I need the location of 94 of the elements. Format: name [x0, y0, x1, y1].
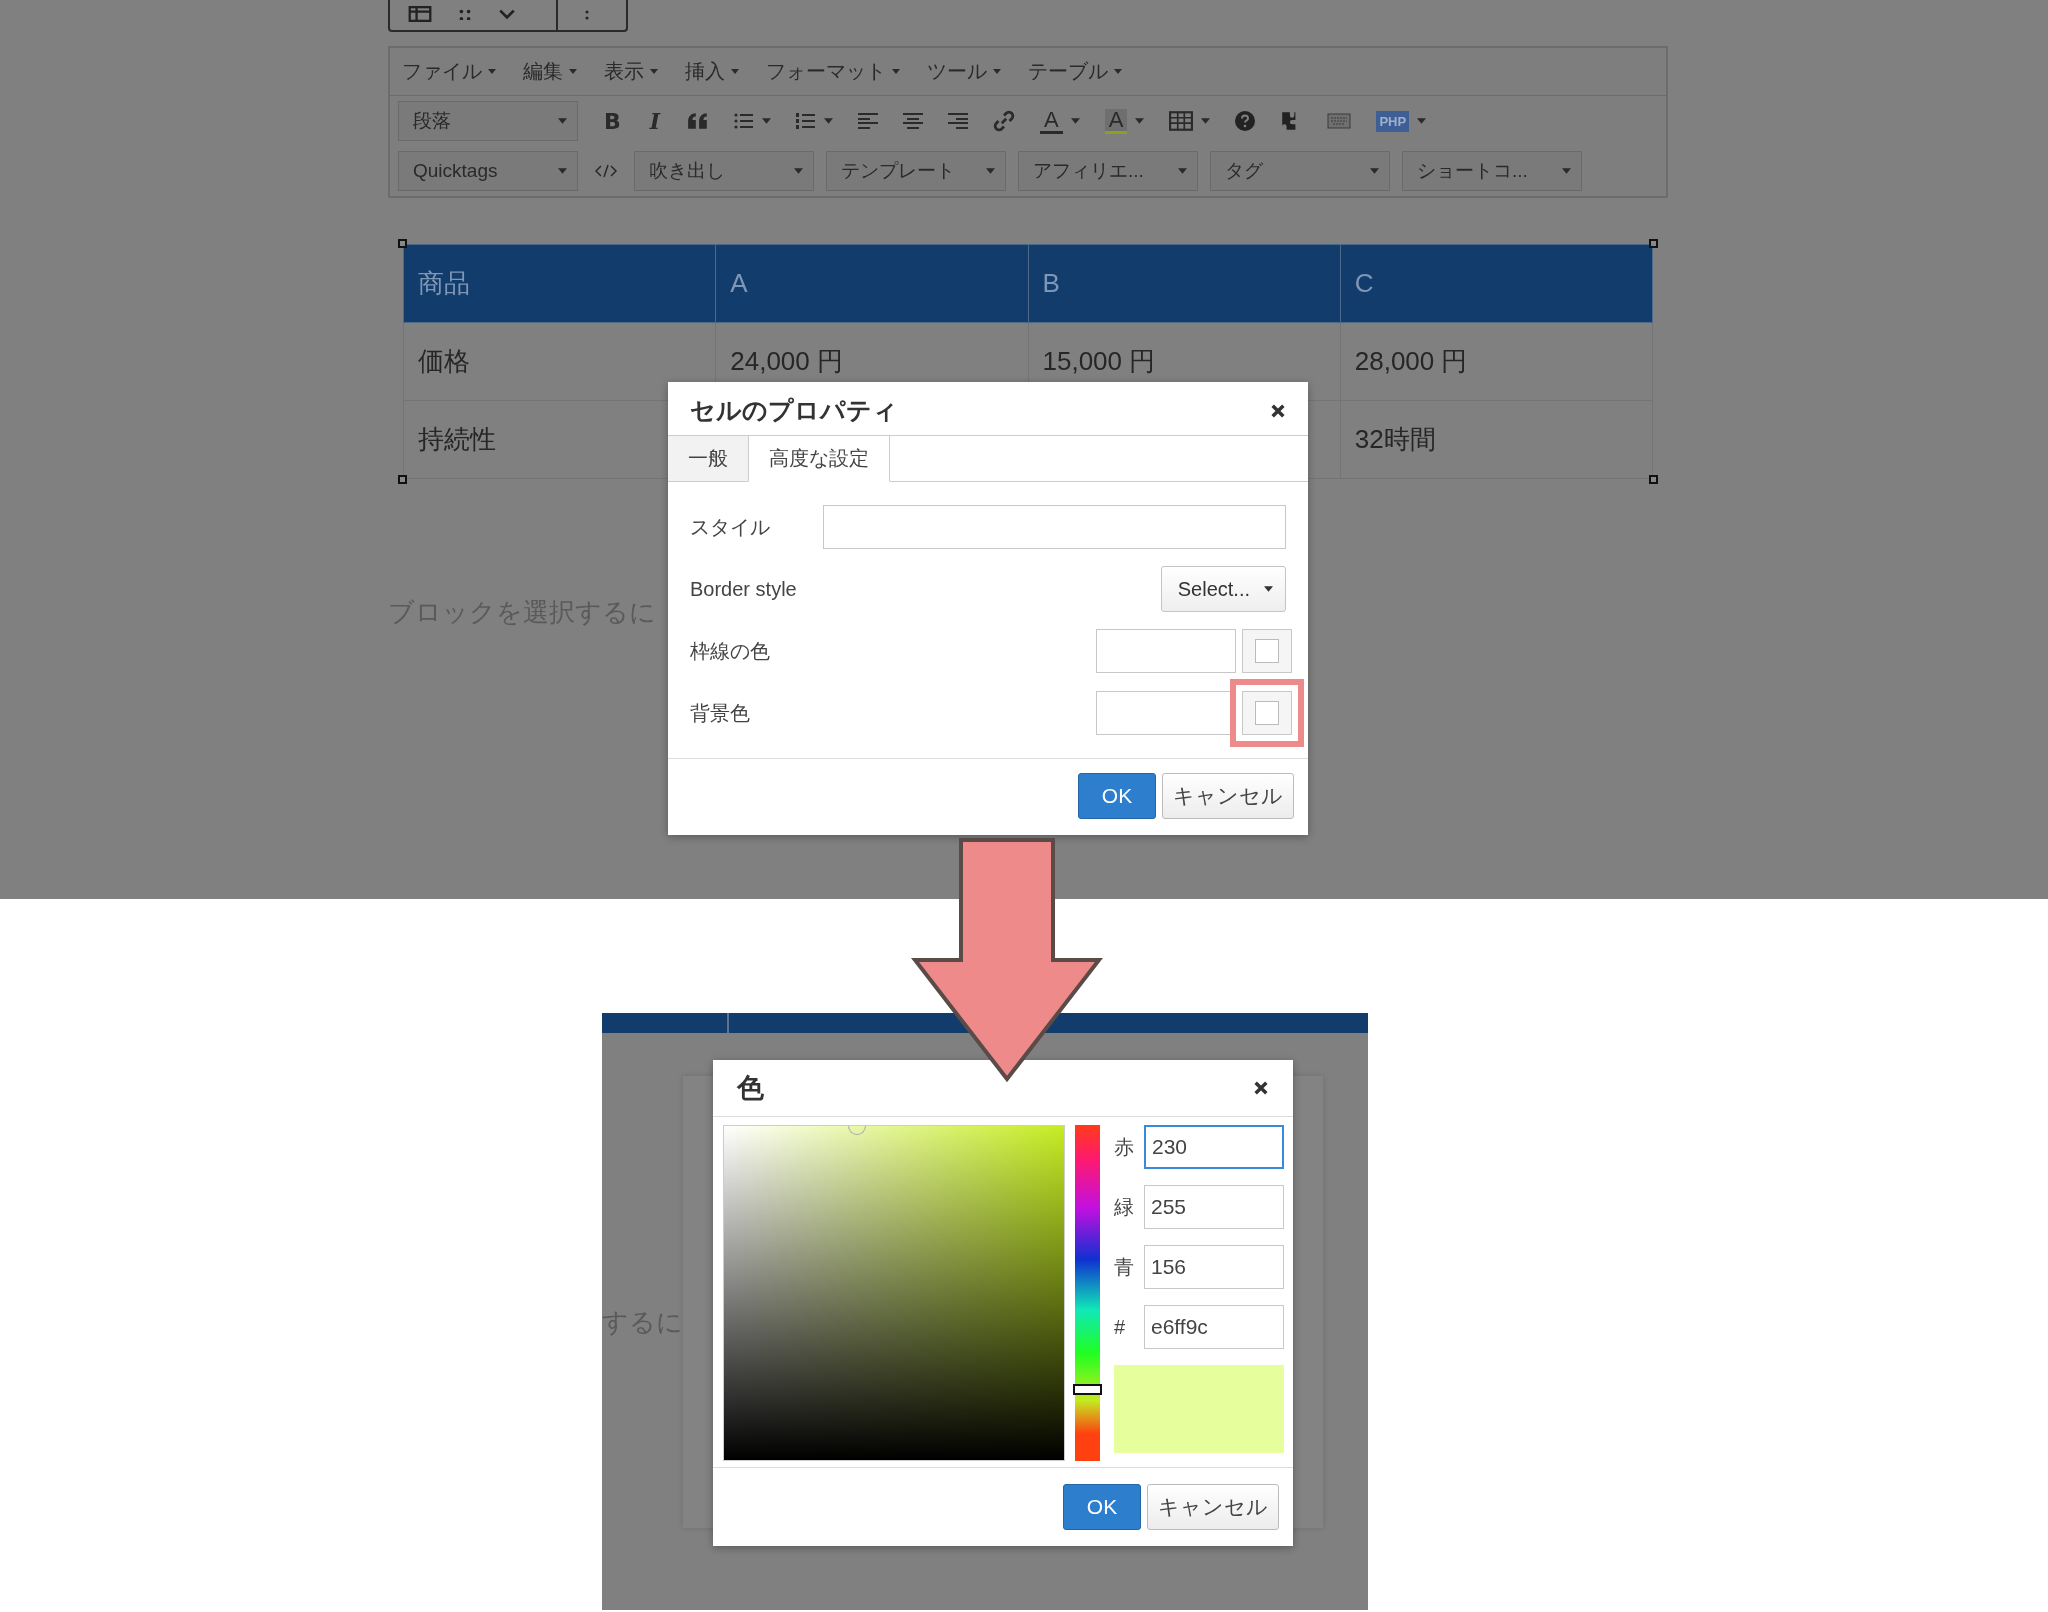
color-value-input[interactable]: 230 [1144, 1125, 1284, 1169]
table-cell: 32時間 [1340, 400, 1653, 479]
caret-icon[interactable] [1201, 118, 1211, 124]
style-input[interactable] [823, 505, 1286, 549]
menu-item[interactable]: ツール [927, 58, 1001, 85]
more-icon[interactable] [584, 8, 590, 20]
field-label: 背景色 [690, 700, 750, 726]
resize-handle[interactable] [398, 239, 407, 248]
drag-handle-icon[interactable] [458, 8, 472, 20]
caret-icon [488, 69, 496, 74]
color-swatch-button[interactable] [1242, 691, 1292, 735]
background-color-button[interactable]: A [1104, 108, 1128, 134]
cancel-button[interactable]: キャンセル [1147, 1484, 1279, 1530]
caret-icon [569, 69, 577, 74]
dialog-title: 色 [737, 1072, 764, 1105]
italic-button[interactable]: I [647, 108, 663, 134]
dropdown-select[interactable]: アフィリエ... [1018, 151, 1198, 191]
bold-button[interactable]: B [602, 108, 623, 134]
help-icon[interactable] [1235, 111, 1256, 131]
caret-icon[interactable] [1417, 118, 1427, 124]
resize-handle[interactable] [1649, 239, 1658, 248]
keyboard-icon[interactable] [1327, 113, 1352, 129]
hue-slider-handle[interactable] [1073, 1384, 1102, 1396]
field-label: スタイル [690, 514, 770, 540]
table-header-cell: 商品 [403, 244, 716, 323]
dropdown-select[interactable]: タグ [1210, 151, 1390, 191]
tab[interactable]: 高度な設定 [748, 436, 890, 482]
numbered-list-icon[interactable] [796, 113, 817, 129]
field-label: 緑 [1114, 1194, 1134, 1220]
color-value-input[interactable]: 156 [1144, 1245, 1284, 1289]
field-label: 赤 [1114, 1134, 1134, 1160]
dropdown-select[interactable]: ショートコ... [1402, 151, 1582, 191]
caret-icon [993, 69, 1001, 74]
table-header-cell: A [715, 244, 1028, 323]
quote-icon[interactable] [687, 112, 710, 130]
tab[interactable]: 一般 [668, 436, 748, 482]
caret-icon [1264, 586, 1273, 592]
table-icon[interactable] [1169, 111, 1194, 131]
chevron-down-icon[interactable] [498, 8, 516, 20]
caret-icon [892, 69, 900, 74]
color-value-input[interactable]: 255 [1144, 1185, 1284, 1229]
menu-item[interactable]: フォーマット [766, 58, 900, 85]
dropdown-select[interactable]: テンプレート [826, 151, 1006, 191]
color-swatch-button[interactable] [1242, 629, 1292, 673]
format-select[interactable]: 段落 [398, 101, 578, 141]
field-label: 青 [1114, 1254, 1134, 1280]
color-input[interactable] [1096, 629, 1236, 673]
caret-icon [1178, 168, 1187, 174]
caret-icon [650, 69, 658, 74]
close-icon[interactable] [1253, 1080, 1269, 1096]
field-label: Border style [690, 577, 797, 601]
close-icon[interactable] [1270, 402, 1286, 419]
align-left-icon[interactable] [858, 113, 879, 129]
menu-item[interactable]: テーブル [1028, 58, 1122, 85]
bullet-list-icon[interactable] [734, 113, 755, 129]
table-icon[interactable] [408, 6, 432, 22]
field-label: 枠線の色 [690, 638, 770, 664]
link-icon[interactable] [993, 110, 1016, 132]
hue-slider[interactable] [1075, 1125, 1100, 1461]
menu-item[interactable]: ファイル [402, 58, 496, 85]
border-style-select[interactable]: Select... [1160, 566, 1286, 612]
caret-icon[interactable] [1070, 118, 1080, 124]
dropdown-select[interactable]: 吹き出し [634, 151, 814, 191]
resize-handle[interactable] [398, 475, 407, 484]
resize-handle[interactable] [1649, 475, 1658, 484]
caret-icon[interactable] [762, 118, 772, 124]
caret-icon [1114, 69, 1122, 74]
table-header-cell: C [1340, 244, 1653, 323]
align-center-icon[interactable] [903, 113, 924, 129]
caret-icon [794, 168, 803, 174]
menu-item[interactable]: 表示 [604, 58, 658, 85]
menu-item[interactable]: 挿入 [685, 58, 739, 85]
caret-icon [1562, 168, 1571, 174]
cancel-button[interactable]: キャンセル [1162, 773, 1294, 819]
ok-button[interactable]: OK [1078, 773, 1156, 819]
text-color-button[interactable]: A [1040, 108, 1063, 134]
php-button[interactable]: PHP [1376, 110, 1410, 132]
menu-item[interactable]: 編集 [523, 58, 577, 85]
ok-button[interactable]: OK [1063, 1484, 1141, 1530]
caret-icon [558, 168, 567, 174]
caret-icon[interactable] [1135, 118, 1145, 124]
caret-icon [1370, 168, 1379, 174]
align-right-icon[interactable] [948, 113, 969, 129]
table-header-cell: B [1028, 244, 1341, 323]
color-value-input[interactable]: e6ff9c [1144, 1305, 1284, 1349]
field-label: # [1114, 1315, 1127, 1339]
color-field[interactable] [723, 1125, 1065, 1461]
code-icon[interactable] [594, 164, 618, 178]
caret-icon [731, 69, 739, 74]
table-cell: 28,000 円 [1340, 322, 1653, 401]
dropdown-select[interactable]: Quicktags [398, 151, 578, 191]
caret-icon [558, 118, 567, 124]
caret-icon [986, 168, 995, 174]
caret-icon[interactable] [824, 118, 834, 124]
